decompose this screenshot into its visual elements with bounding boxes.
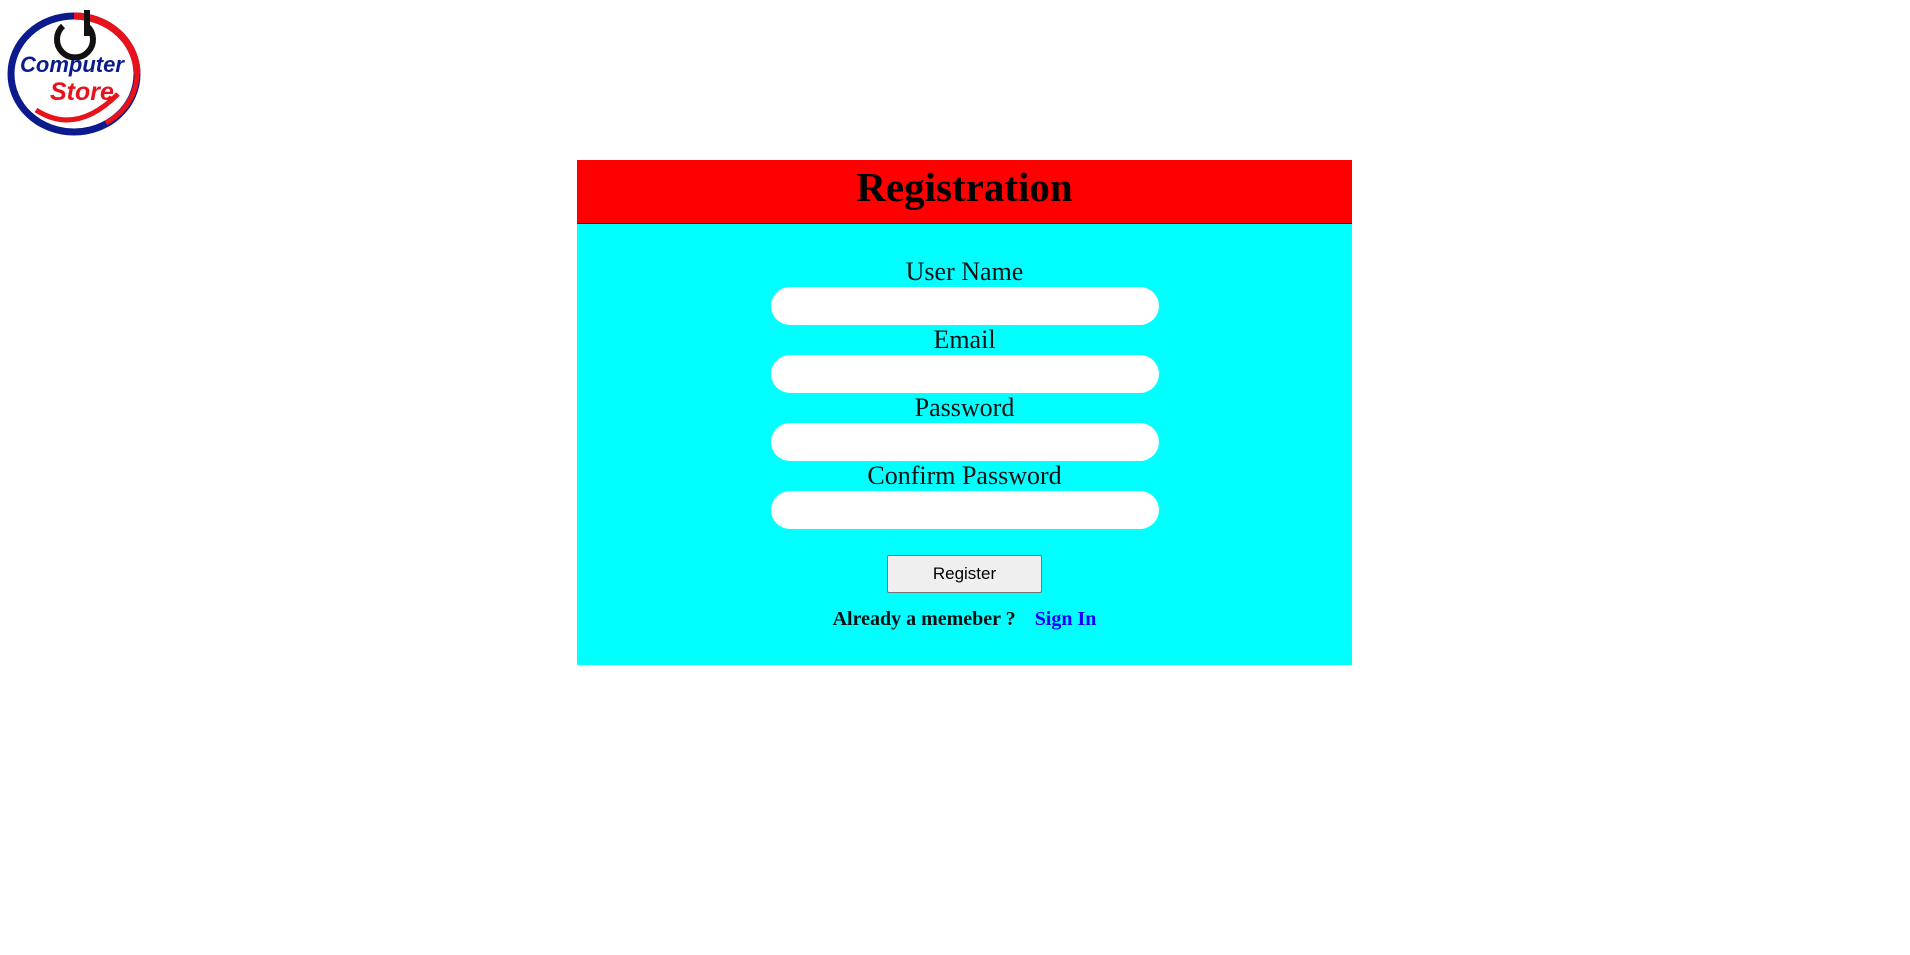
email-group: Email	[577, 325, 1352, 393]
username-input[interactable]	[770, 287, 1159, 325]
email-input[interactable]	[770, 355, 1159, 393]
page-title: Registration	[856, 164, 1073, 210]
registration-panel: Registration User Name Email Password Co…	[577, 160, 1352, 665]
confirm-password-group: Confirm Password	[577, 461, 1352, 529]
confirm-password-input[interactable]	[770, 491, 1159, 529]
logo-text-store: Store	[50, 78, 114, 106]
password-input[interactable]	[770, 423, 1159, 461]
computer-store-logo: Computer Store	[6, 10, 142, 136]
username-group: User Name	[577, 257, 1352, 325]
password-group: Password	[577, 393, 1352, 461]
power-icon: Computer Store	[7, 10, 141, 136]
email-label: Email	[933, 325, 996, 354]
username-label: User Name	[905, 257, 1024, 286]
registration-header: Registration	[577, 160, 1352, 224]
registration-form: User Name Email Password Confirm Passwor…	[577, 224, 1352, 665]
signin-prompt: Already a memeber ?	[832, 608, 1016, 630]
password-label: Password	[914, 393, 1015, 422]
logo-text-computer: Computer	[20, 52, 125, 77]
confirm-password-label: Confirm Password	[867, 461, 1062, 490]
signin-row: Already a memeber ? Sign In	[577, 607, 1352, 631]
register-button[interactable]: Register	[887, 555, 1042, 593]
signin-link[interactable]: Sign In	[1035, 608, 1097, 630]
